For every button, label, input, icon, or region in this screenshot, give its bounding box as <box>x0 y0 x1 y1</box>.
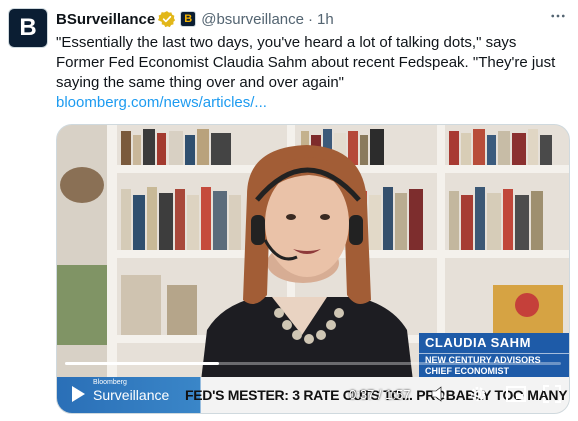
video-progress-bar[interactable] <box>65 362 561 365</box>
lower-third-divider <box>419 353 569 354</box>
lower-third-name: CLAUDIA SAHM <box>425 335 531 350</box>
affiliate-badge[interactable]: B <box>180 11 197 27</box>
fullscreen-icon[interactable] <box>541 383 563 405</box>
brand-show-label: Surveillance <box>93 387 170 403</box>
tweet-link[interactable]: bloomberg.com/news/articles/... <box>56 93 267 113</box>
brand-small-label: Bloomberg <box>93 379 127 386</box>
video-progress-fill <box>65 362 219 365</box>
tweet-header: BSurveillance B @bsurveillance · 1h <box>56 8 570 30</box>
video-timestamp: 0:37 / 1:57 <box>349 387 411 402</box>
video-player[interactable]: CLAUDIA SAHM NEW CENTURY ADVISORS CHIEF … <box>56 124 570 414</box>
lower-third: CLAUDIA SAHM NEW CENTURY ADVISORS CHIEF … <box>419 333 569 379</box>
verified-icon <box>158 10 176 28</box>
more-icon[interactable] <box>546 4 570 28</box>
pip-icon[interactable] <box>505 383 527 405</box>
header-separator: · <box>308 10 313 28</box>
lower-third-title: CHIEF ECONOMIST <box>425 366 510 376</box>
author-handle[interactable]: @bsurveillance <box>201 11 304 28</box>
tweet-text: "Essentially the last two days, you've h… <box>56 34 556 91</box>
author-name[interactable]: BSurveillance <box>56 11 155 28</box>
volume-icon[interactable] <box>429 383 451 405</box>
play-icon[interactable] <box>67 383 89 405</box>
tweet-time[interactable]: 1h <box>317 11 334 28</box>
tweet-avatar[interactable]: B <box>8 8 48 48</box>
avatar-letter: B <box>19 14 37 41</box>
settings-icon[interactable] <box>467 383 489 405</box>
